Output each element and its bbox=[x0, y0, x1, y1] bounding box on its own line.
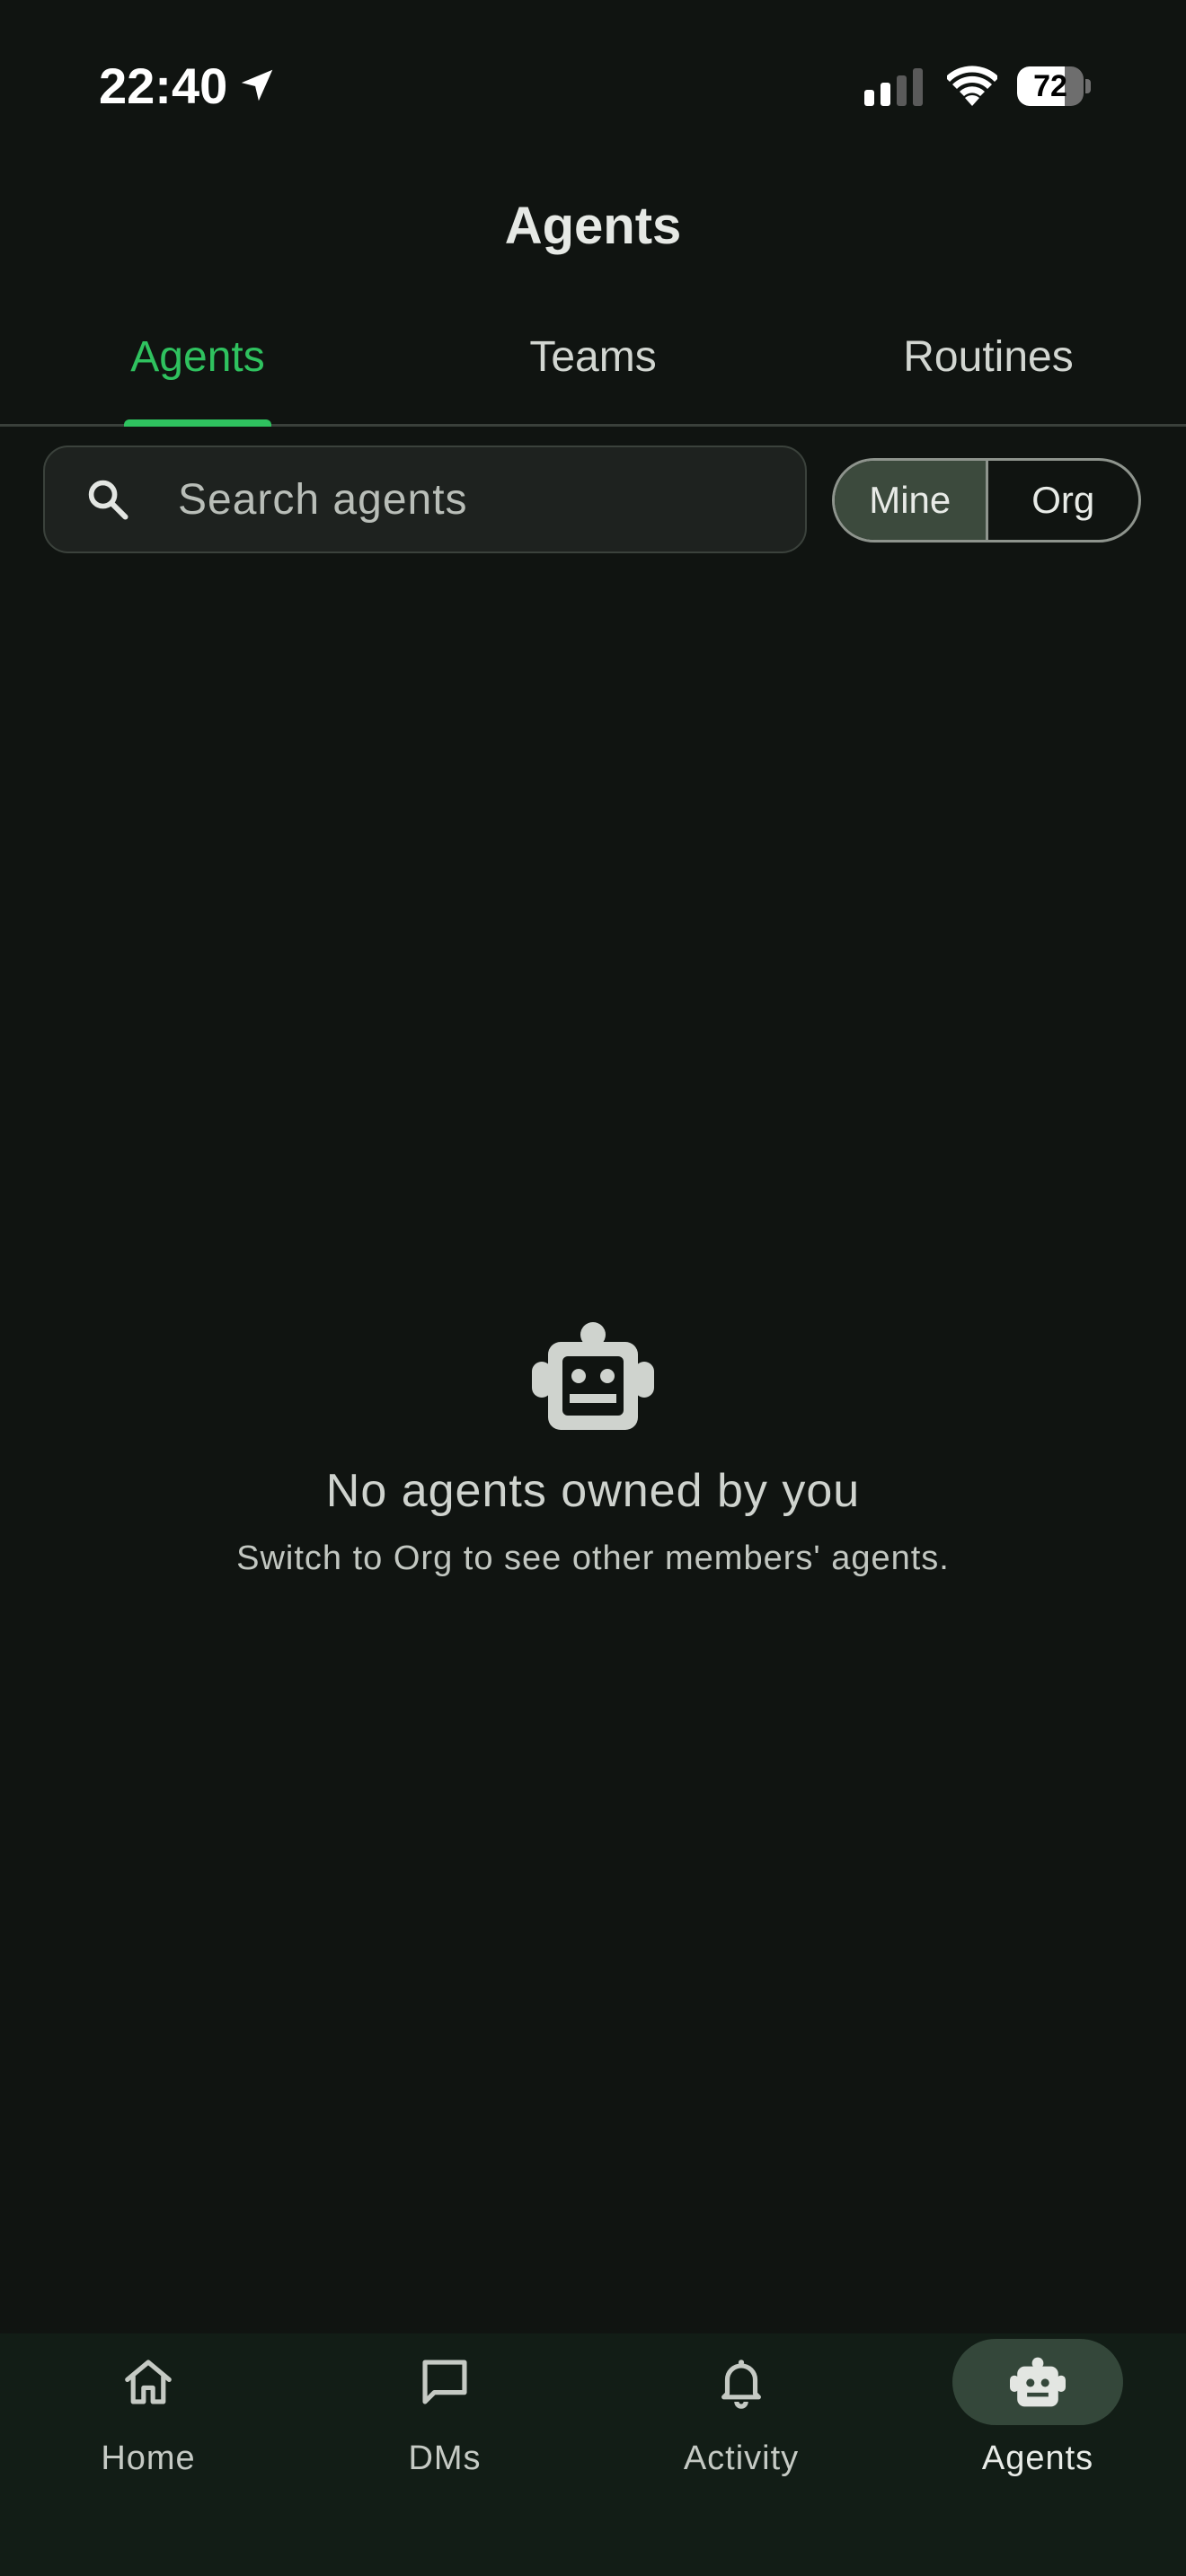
nav-home[interactable]: Home bbox=[0, 2333, 296, 2495]
search-input[interactable] bbox=[176, 473, 773, 525]
tab-teams-label: Teams bbox=[529, 333, 657, 381]
battery-level: 72 bbox=[1033, 69, 1067, 103]
tab-bar: Agents Teams Routines bbox=[0, 314, 1186, 427]
home-icon bbox=[125, 2360, 172, 2404]
cellular-signal-icon bbox=[864, 68, 923, 106]
battery-icon: 72 bbox=[1017, 66, 1091, 106]
scope-org-button[interactable]: Org bbox=[988, 461, 1139, 540]
nav-agents[interactable]: Agents bbox=[890, 2333, 1186, 2495]
empty-state-title: No agents owned by you bbox=[325, 1465, 861, 1517]
nav-dms[interactable]: DMs bbox=[296, 2333, 593, 2495]
tab-routines-label: Routines bbox=[903, 333, 1074, 381]
scope-org-label: Org bbox=[1031, 479, 1095, 521]
bell-icon bbox=[721, 2360, 761, 2409]
tab-teams[interactable]: Teams bbox=[395, 314, 791, 424]
search-box[interactable] bbox=[43, 446, 807, 553]
nav-activity-label: Activity bbox=[683, 2439, 800, 2477]
status-bar-time: 22:40 bbox=[99, 54, 278, 117]
nav-activity[interactable]: Activity bbox=[593, 2333, 890, 2495]
scope-mine-label: Mine bbox=[869, 479, 951, 521]
scope-mine-button[interactable]: Mine bbox=[835, 461, 988, 540]
empty-state-subtitle: Switch to Org to see other members' agen… bbox=[236, 1539, 950, 1577]
scope-toggle: Mine Org bbox=[832, 458, 1141, 543]
chat-bubble-icon bbox=[422, 2360, 467, 2404]
tab-routines[interactable]: Routines bbox=[791, 314, 1186, 424]
status-time-text: 22:40 bbox=[99, 57, 228, 114]
tab-agents-label: Agents bbox=[130, 333, 265, 381]
nav-home-label: Home bbox=[101, 2439, 196, 2477]
nav-agents-active-pill bbox=[952, 2339, 1123, 2425]
page-title: Agents bbox=[504, 197, 682, 255]
wifi-icon bbox=[947, 66, 997, 106]
location-arrow-icon bbox=[241, 69, 273, 101]
bottom-navigation: Home DMs Activity Agents bbox=[0, 2333, 1186, 2576]
nav-dms-label: DMs bbox=[408, 2439, 482, 2477]
nav-agents-label: Agents bbox=[981, 2439, 1094, 2477]
robot-icon bbox=[1010, 2357, 1066, 2407]
robot-icon bbox=[532, 1322, 654, 1430]
active-tab-indicator bbox=[124, 419, 271, 427]
search-icon bbox=[88, 480, 128, 520]
tab-agents[interactable]: Agents bbox=[0, 314, 395, 424]
